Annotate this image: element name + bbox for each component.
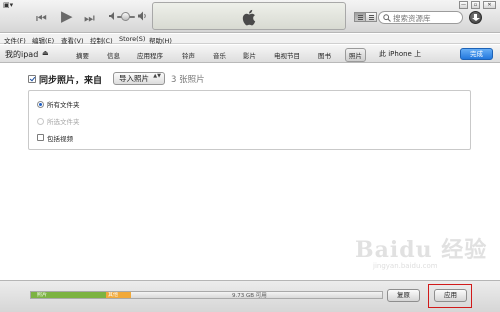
menu-controls[interactable]: 控制(C) [90, 35, 113, 45]
photo-source-value: 导入照片 [119, 74, 149, 83]
sync-options-box: 所有文件夹 所选文件夹 包括视频 [28, 90, 471, 150]
tab-music[interactable]: 音乐 [213, 50, 226, 60]
sync-photos-checkbox[interactable] [28, 75, 36, 83]
status-display [152, 2, 346, 30]
capacity-segment-other: 其他 [106, 292, 131, 298]
capacity-segment-photos: 照片 [31, 292, 106, 298]
selected-folders-radio [37, 118, 44, 125]
menu-bar: 文件(F) 编辑(E) 查看(V) 控制(C) Store(S) 帮助(H) [0, 34, 500, 45]
rewind-icon[interactable]: ⏮ [36, 12, 47, 24]
select-chevron-icon: ▲▼ [153, 73, 161, 79]
tab-info[interactable]: 信息 [107, 50, 120, 60]
eject-icon[interactable]: ⏏ [42, 49, 49, 57]
apple-logo-icon [242, 9, 256, 26]
tab-books[interactable]: 图书 [318, 50, 331, 60]
photo-count: 3 张照片 [171, 75, 205, 85]
download-icon[interactable] [469, 11, 482, 24]
forward-icon[interactable]: ⏭ [84, 12, 95, 24]
minimize-button[interactable]: — [459, 1, 468, 9]
volume-high-icon [138, 11, 146, 21]
apply-highlight-box [428, 284, 472, 308]
menu-edit[interactable]: 编辑(E) [32, 35, 54, 45]
sync-photos-label: 同步照片，来自 [39, 76, 103, 86]
watermark-main: Baidu 经验 [355, 237, 488, 263]
done-button[interactable]: 完成 [460, 48, 493, 60]
player-toolbar: ▣▾ ⏮ ▶ ⏭ 搜索资源库 — ▫ ✕ [0, 0, 500, 33]
menu-store[interactable]: Store(S) [119, 35, 145, 43]
menu-view[interactable]: 查看(V) [61, 35, 84, 45]
volume-low-icon [109, 12, 114, 20]
other-segment-label: 其他 [108, 292, 119, 298]
window-menu-icon[interactable]: ▣▾ [3, 1, 13, 9]
revert-button[interactable]: 复原 [387, 289, 420, 302]
search-field[interactable]: 搜索资源库 [378, 11, 463, 24]
grid-view-button[interactable] [365, 12, 377, 22]
capacity-bar: 照片 其他 9.73 GB 可用 [30, 291, 383, 299]
search-placeholder: 搜索资源库 [393, 14, 431, 23]
include-videos-label: 包括视频 [47, 135, 73, 143]
selected-folders-label: 所选文件夹 [47, 118, 80, 126]
tab-apps[interactable]: 应用程序 [137, 50, 163, 60]
play-icon[interactable]: ▶ [61, 9, 73, 24]
volume-slider-knob[interactable] [121, 12, 130, 21]
all-folders-label: 所有文件夹 [47, 101, 80, 109]
tab-movies[interactable]: 影片 [243, 50, 256, 60]
free-space-label: 9.73 GB 可用 [232, 293, 267, 299]
tab-summary[interactable]: 摘要 [76, 50, 89, 60]
menu-help[interactable]: 帮助(H) [149, 35, 172, 45]
device-name[interactable]: 我的ipad [5, 49, 38, 60]
itunes-window: ▣▾ ⏮ ▶ ⏭ 搜索资源库 — ▫ ✕ 文件(F) 编辑(E) 查看(V) 控… [0, 0, 500, 312]
include-videos-checkbox[interactable] [37, 134, 44, 141]
maximize-button[interactable]: ▫ [471, 1, 480, 9]
device-tab-bar: 我的ipad ⏏ 摘要 信息 应用程序 铃声 音乐 影片 电视节目 图书 照片 … [0, 45, 500, 63]
close-button[interactable]: ✕ [483, 1, 496, 9]
all-folders-radio[interactable] [37, 101, 44, 108]
search-icon [383, 14, 391, 22]
menu-file[interactable]: 文件(F) [4, 35, 26, 45]
tab-photos[interactable]: 照片 [345, 48, 366, 62]
view-mode-buttons [354, 12, 377, 22]
photo-source-select[interactable]: 导入照片 ▲▼ [113, 72, 165, 85]
watermark-url: jingyan.baidu.com [373, 262, 438, 270]
tab-ringtones[interactable]: 铃声 [182, 50, 195, 60]
tab-on-this-iphone[interactable]: 此 iPhone 上 [379, 49, 421, 59]
photos-segment-label: 照片 [37, 292, 48, 298]
tab-tv-shows[interactable]: 电视节目 [274, 50, 300, 60]
bottom-bar: 照片 其他 9.73 GB 可用 复原 应用 [0, 280, 500, 312]
